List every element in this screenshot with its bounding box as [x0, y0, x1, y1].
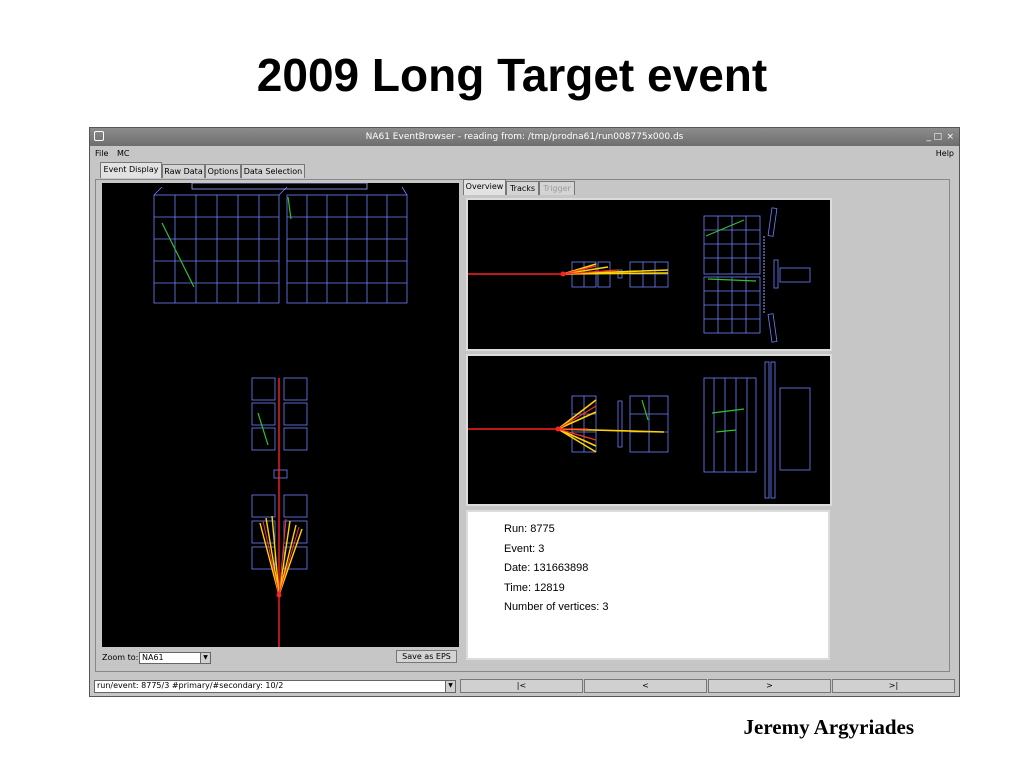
- zoom-select[interactable]: NA61 ▼: [139, 652, 211, 664]
- overview-view-top[interactable]: [466, 198, 832, 351]
- first-event-button[interactable]: |<: [460, 679, 583, 693]
- upper-hits: [161, 196, 292, 288]
- app-icon: [94, 131, 104, 141]
- close-icon[interactable]: ×: [946, 128, 954, 146]
- tab-raw-data[interactable]: Raw Data: [162, 164, 205, 178]
- primary-vertex: [276, 592, 282, 598]
- zoom-select-value: NA61: [142, 653, 164, 662]
- side-vertex: [555, 426, 561, 432]
- chevron-down-icon[interactable]: ▼: [445, 681, 455, 692]
- tof-wall: [191, 183, 368, 190]
- overview-top-svg: [468, 207, 811, 343]
- next-event-button[interactable]: >: [708, 679, 831, 693]
- tab-trigger[interactable]: Trigger: [539, 181, 575, 195]
- slide-title: 2009 Long Target event: [256, 49, 768, 101]
- chevron-down-icon[interactable]: ▼: [200, 653, 210, 663]
- tab-data-selection[interactable]: Data Selection: [241, 164, 305, 178]
- menubar: File MC Help: [90, 147, 959, 160]
- menu-file[interactable]: File: [95, 147, 108, 160]
- side-tracks-red: [557, 405, 597, 441]
- maximize-icon[interactable]: □: [933, 128, 942, 146]
- window-titlebar[interactable]: NA61 EventBrowser - reading from: /tmp/p…: [90, 128, 959, 146]
- top-vertex: [560, 271, 566, 277]
- vtpc-left-grid: [153, 186, 288, 304]
- tab-overview[interactable]: Overview: [463, 179, 506, 195]
- info-run: Run: 8775: [504, 523, 555, 535]
- main-event-svg: [153, 183, 408, 647]
- info-time: Time: 12819: [504, 582, 565, 594]
- info-date: Date: 131663898: [504, 562, 589, 574]
- tab-options[interactable]: Options: [205, 164, 241, 178]
- side-hits: [641, 399, 745, 433]
- overview-view-side[interactable]: [466, 354, 832, 506]
- vtpc-right-grid: [286, 186, 408, 304]
- event-selector[interactable]: run/event: 8775/3 #primary/#secondary: 1…: [94, 680, 456, 693]
- info-event: Event: 3: [504, 543, 545, 555]
- mid-hits: [257, 412, 269, 446]
- menu-help[interactable]: Help: [936, 147, 954, 160]
- window-title: NA61 EventBrowser - reading from: /tmp/p…: [365, 132, 684, 142]
- minimize-icon[interactable]: _: [927, 128, 932, 146]
- author-name: Jeremy Argyriades: [743, 715, 914, 739]
- main-event-view[interactable]: [102, 183, 459, 647]
- event-selector-value: run/event: 8775/3 #primary/#secondary: 1…: [97, 681, 284, 690]
- event-browser-window: NA61 EventBrowser - reading from: /tmp/p…: [89, 127, 960, 697]
- last-event-button[interactable]: >|: [832, 679, 955, 693]
- track-fan: [259, 515, 303, 596]
- prev-event-button[interactable]: <: [584, 679, 707, 693]
- info-vertices: Number of vertices: 3: [504, 601, 609, 613]
- tab-event-display[interactable]: Event Display: [100, 162, 162, 178]
- top-vtpc-boxes: [571, 207, 811, 343]
- event-info-panel: Run: 8775 Event: 3 Date: 131663898 Time:…: [466, 510, 830, 660]
- save-eps-button[interactable]: Save as EPS: [396, 650, 457, 663]
- top-hits: [705, 219, 757, 282]
- overview-side-svg: [468, 361, 811, 499]
- menu-mc[interactable]: MC: [117, 147, 130, 160]
- side-tracks: [557, 399, 665, 453]
- zoom-label: Zoom to:: [102, 653, 139, 662]
- tab-tracks[interactable]: Tracks: [506, 181, 539, 195]
